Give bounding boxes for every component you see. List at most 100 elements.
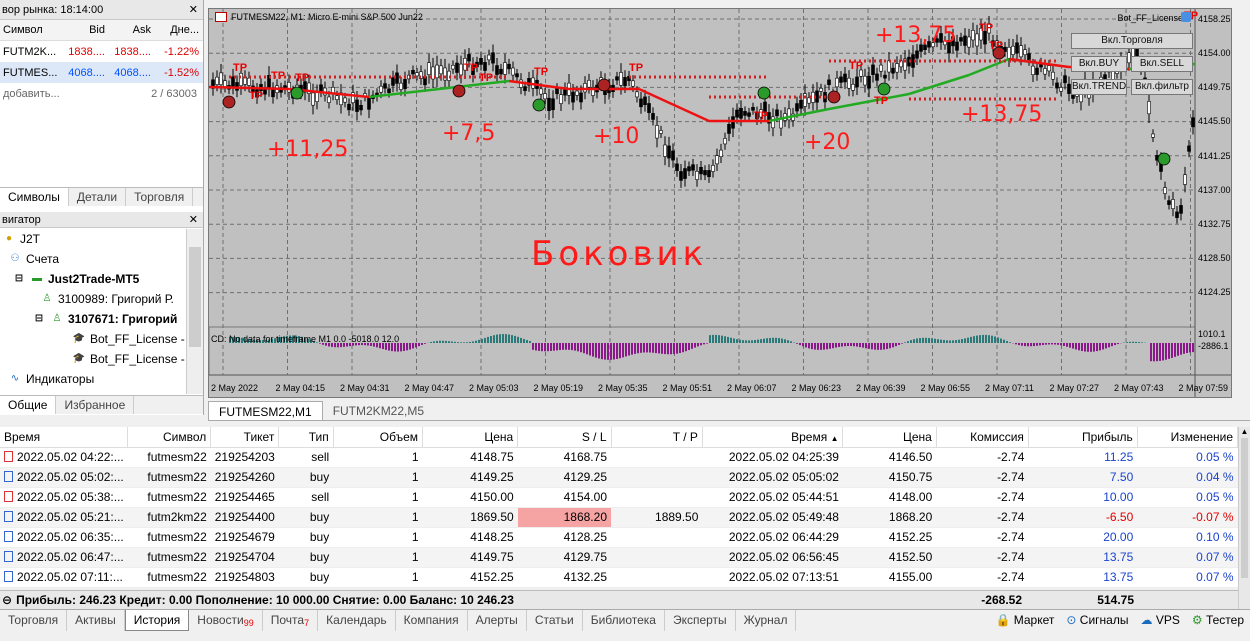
- histogram-bar: [499, 334, 501, 343]
- tab-chart-m2k[interactable]: FUTM2KM22,M5: [323, 401, 434, 420]
- tp-marker: TP: [233, 62, 247, 74]
- col-symbol[interactable]: Символ: [0, 24, 62, 36]
- tp-marker: TP: [271, 70, 285, 82]
- tab-4[interactable]: Почта7: [263, 610, 319, 631]
- nav-item[interactable]: 🎓 Bot_FF_License -: [0, 329, 186, 349]
- nav-item[interactable]: ⊟ ♙ 3107671: Григорий: [0, 309, 186, 329]
- nav-item[interactable]: ⊟ ▬ Just2Trade-MT5: [0, 269, 186, 289]
- col-volume[interactable]: Объем: [333, 427, 424, 448]
- col-commission[interactable]: Комиссия: [936, 427, 1029, 448]
- col-type[interactable]: Тип: [278, 427, 334, 448]
- chart-menu-icon[interactable]: [215, 12, 227, 22]
- tab-chart-mes[interactable]: FUTMESM22,M1: [208, 401, 323, 420]
- histogram-bar: [610, 343, 612, 360]
- histogram-bar: [736, 339, 738, 343]
- history-row[interactable]: 2022.05.02 06:35:... futmesm22 219254679 bu…: [0, 527, 1238, 548]
- tab-0[interactable]: Торговля: [0, 610, 68, 631]
- scroll-thumb[interactable]: [1241, 438, 1248, 578]
- navigator-scrollbar[interactable]: [186, 229, 203, 394]
- close-icon[interactable]: ✕: [189, 3, 198, 16]
- history-row[interactable]: 2022.05.02 06:47:... futmesm22 219254704 bu…: [0, 547, 1238, 568]
- time-label: 2 May 04:15: [275, 383, 326, 393]
- tab-8[interactable]: Статьи: [527, 610, 583, 631]
- history-row[interactable]: 2022.05.02 04:22:... futmesm22 219254203 se…: [0, 447, 1238, 468]
- col-ask[interactable]: Ask: [108, 24, 154, 36]
- deal-icon: [4, 451, 13, 462]
- history-cell: 2022.05.02 05:05:02: [702, 467, 843, 488]
- history-row[interactable]: 2022.05.02 05:02:... futmesm22 219254260 bu…: [0, 467, 1238, 488]
- tab-trading[interactable]: Торговля: [126, 188, 194, 206]
- histogram-bar: [754, 340, 756, 343]
- histogram-bar: [460, 342, 462, 343]
- histogram-bar: [1135, 341, 1137, 343]
- tab-symbols[interactable]: Символы: [0, 188, 69, 206]
- add-symbol-link[interactable]: добавить...: [0, 88, 120, 100]
- tab-2[interactable]: История: [124, 610, 190, 631]
- signals-button[interactable]: ⊙ Сигналы: [1060, 610, 1134, 631]
- buy-toggle-button[interactable]: Вкл.BUY: [1071, 56, 1127, 72]
- market-button[interactable]: 🔒 Маркет: [989, 610, 1060, 631]
- col-close-price[interactable]: Цена: [842, 427, 937, 448]
- price-chart[interactable]: TP TP TP TP TP TP TP TP TP TP TP TP TP TP FUTMESM22, …: [208, 8, 1232, 398]
- candle-body: [467, 54, 471, 62]
- col-sl[interactable]: S / L: [517, 427, 612, 448]
- trading-toggle-button[interactable]: Вкл.Торговля: [1071, 33, 1193, 49]
- close-icon[interactable]: ✕: [189, 213, 198, 226]
- tab-general[interactable]: Общие: [0, 396, 57, 414]
- history-scrollbar[interactable]: ▲: [1238, 427, 1250, 609]
- col-bid[interactable]: Bid: [62, 24, 108, 36]
- filter-toggle-button[interactable]: Вкл.фильтр: [1131, 79, 1193, 95]
- tab-1[interactable]: Активы: [67, 610, 125, 631]
- histogram-bar: [748, 340, 750, 343]
- col-change[interactable]: Дне...: [154, 24, 202, 36]
- history-cell: 1: [333, 527, 423, 548]
- histogram-bar: [439, 340, 441, 343]
- tab-3[interactable]: Новости99: [189, 610, 263, 631]
- histogram-bar: [1072, 343, 1074, 349]
- candle-body: [219, 72, 223, 85]
- tester-button[interactable]: ⚙ Тестер: [1186, 610, 1250, 631]
- tab-10[interactable]: Эксперты: [665, 610, 736, 631]
- histogram-bar: [964, 338, 966, 343]
- history-cell: 11.25: [1028, 447, 1138, 468]
- col-symbol[interactable]: Символ: [127, 427, 212, 448]
- scroll-thumb[interactable]: [189, 247, 201, 347]
- col-price[interactable]: Цена: [422, 427, 519, 448]
- history-row[interactable]: 2022.05.02 05:21:... futm2km22 219254400 bu…: [0, 507, 1238, 528]
- tab-6[interactable]: Компания: [396, 610, 468, 631]
- nav-item[interactable]: 🎓 Bot_FF_License -: [0, 349, 186, 369]
- trend-toggle-button[interactable]: Вкл.TREND: [1071, 79, 1127, 95]
- tab-11[interactable]: Журнал: [736, 610, 797, 631]
- col-change[interactable]: Изменение: [1137, 427, 1239, 448]
- tab-9[interactable]: Библиотека: [583, 610, 665, 631]
- history-row[interactable]: 2022.05.02 07:11:... futmesm22 219254803 bu…: [0, 567, 1238, 588]
- col-tp[interactable]: T / P: [611, 427, 703, 448]
- col-ticket[interactable]: Тикет: [210, 427, 280, 448]
- indicator-scale-bottom: -2886.1: [1198, 341, 1229, 351]
- sell-toggle-button[interactable]: Вкл.SELL: [1131, 56, 1193, 72]
- market-watch-row[interactable]: FUTMES... 4068.... 4068.... -1.52%: [0, 62, 203, 83]
- histogram-bar: [808, 343, 810, 349]
- histogram-bar: [844, 343, 846, 347]
- tab-7[interactable]: Алерты: [468, 610, 527, 631]
- chart-title: FUTMESM22, M1: Micro E-mini S&P 500 Jun2…: [231, 12, 423, 22]
- tab-favorites[interactable]: Избранное: [56, 396, 135, 414]
- col-open-time[interactable]: Время: [0, 427, 129, 448]
- histogram-bar: [1111, 343, 1113, 347]
- histogram-bar: [604, 343, 606, 360]
- indicators-icon: ∿: [10, 373, 20, 384]
- histogram-bar: [901, 343, 903, 344]
- market-watch-row[interactable]: FUTM2K... 1838.... 1838.... -1.22%: [0, 41, 203, 62]
- scroll-up-icon[interactable]: ▲: [1239, 427, 1250, 436]
- nav-item[interactable]: ∿ Индикаторы: [0, 369, 186, 389]
- nav-item[interactable]: ♙ 3100989: Григорий Р.: [0, 289, 186, 309]
- history-row[interactable]: 2022.05.02 05:38:... futmesm22 219254465 se…: [0, 487, 1238, 508]
- candle-body: [347, 103, 351, 111]
- col-profit[interactable]: Прибыль: [1028, 427, 1138, 448]
- vps-button[interactable]: ☁ VPS: [1134, 610, 1185, 631]
- col-close-time[interactable]: Время ▲: [702, 427, 844, 448]
- nav-item[interactable]: ● J2T: [0, 229, 186, 249]
- tab-5[interactable]: Календарь: [318, 610, 396, 631]
- nav-item[interactable]: ⚇ Счета: [0, 249, 186, 269]
- tab-details[interactable]: Детали: [69, 188, 127, 206]
